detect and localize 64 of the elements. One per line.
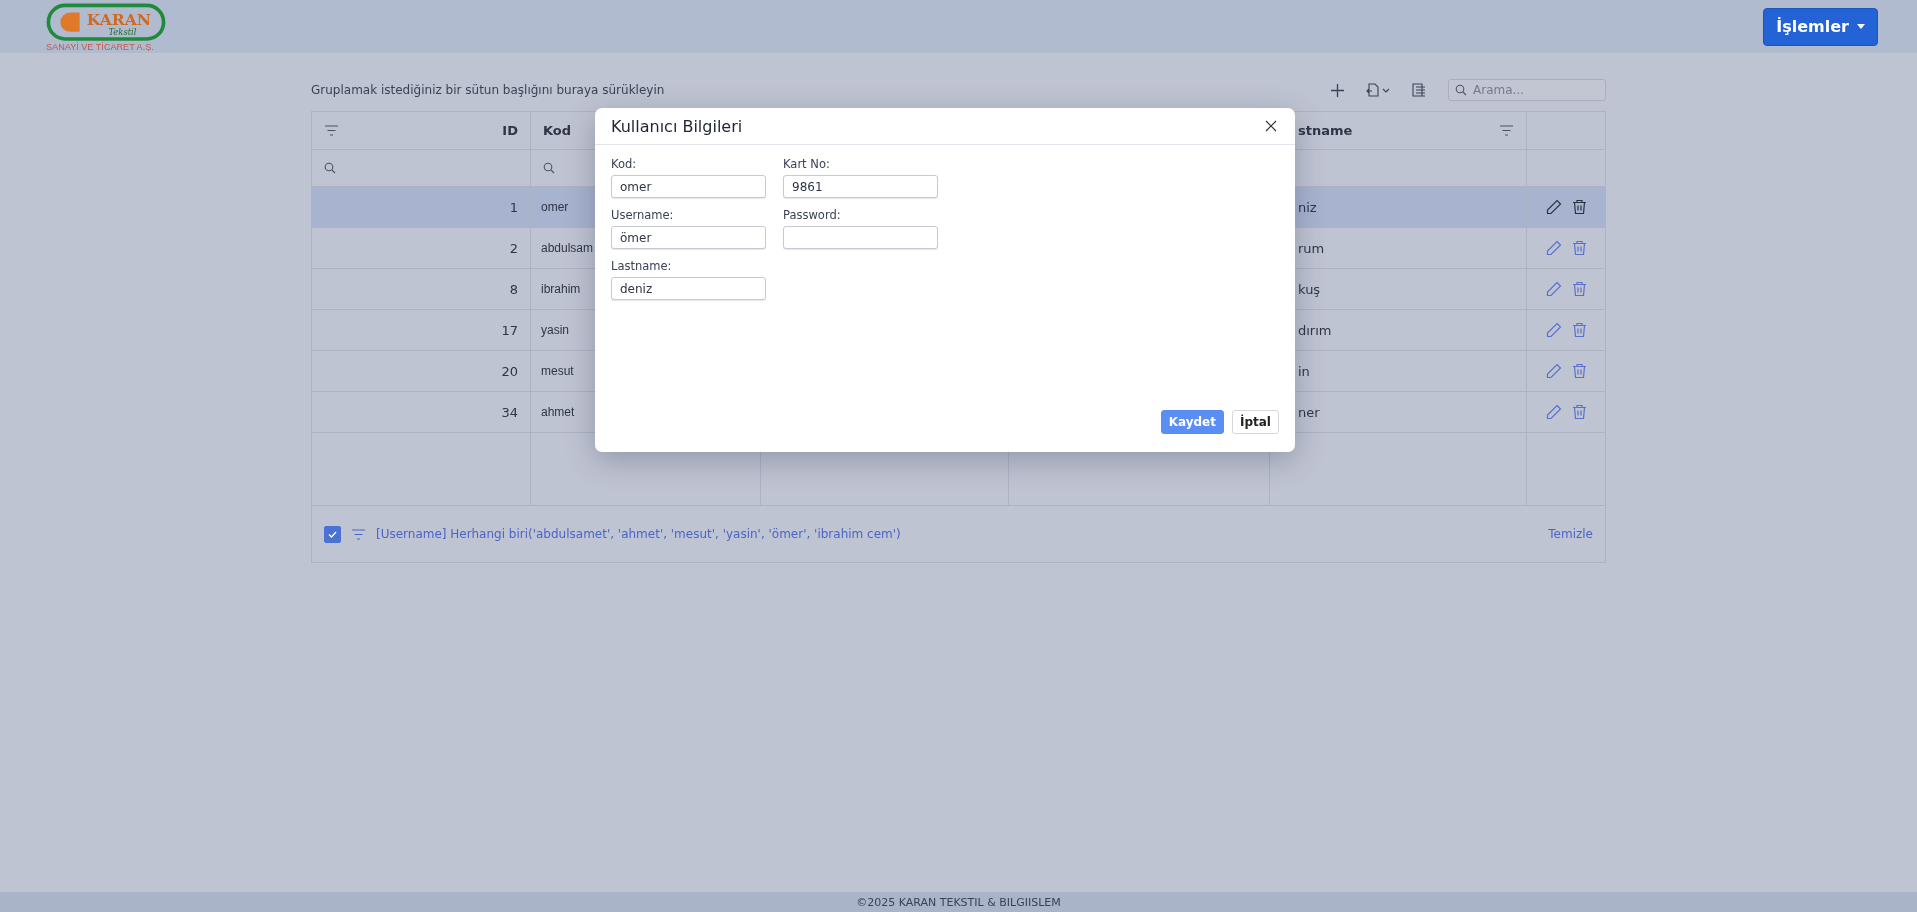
- table-cell: ner: [1298, 404, 1320, 420]
- close-icon: [1265, 120, 1277, 132]
- group-hint: Gruplamak istediğiniz bir sütun başlığını buraya sürükleyin: [311, 83, 666, 97]
- id-cell: 1: [509, 199, 518, 215]
- id-cell: 20: [501, 363, 518, 379]
- export-icon[interactable]: [1366, 83, 1390, 97]
- copyright-text: ©2025 KARAN TEKSTIL & BILGIISLEM: [856, 895, 1061, 909]
- operations-menu-button[interactable]: İşlemler: [1763, 7, 1878, 46]
- input-field[interactable]: deniz: [611, 277, 766, 300]
- edit-icon[interactable]: [1546, 281, 1562, 297]
- edit-icon[interactable]: [1546, 404, 1562, 420]
- dialog-title: Kullanıcı Bilgileri: [611, 116, 743, 136]
- kod-cell: mesut: [541, 364, 574, 378]
- edit-icon[interactable]: [1546, 363, 1562, 379]
- filter-icon[interactable]: [324, 125, 339, 136]
- filter-checkbox[interactable]: [324, 525, 341, 543]
- edit-icon[interactable]: [1546, 240, 1562, 256]
- table-cell: in: [1298, 363, 1310, 379]
- delete-icon[interactable]: [1572, 240, 1587, 256]
- id-cell: 34: [501, 404, 518, 420]
- edit-icon[interactable]: [1546, 199, 1562, 215]
- search-icon: [543, 162, 555, 174]
- column-header[interactable]: stname: [1298, 123, 1353, 138]
- id-cell: 2: [509, 240, 518, 256]
- id-cell: 17: [501, 322, 518, 338]
- edit-icon[interactable]: [1546, 322, 1562, 338]
- kod-cell: yasin: [541, 323, 569, 337]
- search-icon: [1455, 84, 1467, 96]
- check-icon: [328, 530, 337, 538]
- field-label: Password:: [783, 208, 842, 222]
- delete-icon[interactable]: [1572, 363, 1587, 379]
- id-cell: 8: [509, 281, 518, 297]
- kod-cell: ahmet: [541, 405, 575, 419]
- field-label: Username:: [611, 208, 675, 222]
- filter-icon[interactable]: [1499, 125, 1514, 136]
- input-field[interactable]: ömer: [611, 226, 766, 249]
- field-label: Lastname:: [611, 259, 673, 273]
- column-header[interactable]: ID: [502, 123, 518, 138]
- columns-icon[interactable]: [1412, 83, 1426, 97]
- table-cell: niz: [1298, 199, 1317, 215]
- caret-icon: [1857, 24, 1865, 29]
- kod-cell: ibrahim: [541, 282, 581, 296]
- filter-icon[interactable]: [351, 528, 366, 540]
- search-field[interactable]: Arama...: [1448, 79, 1606, 101]
- kod-cell: omer: [541, 200, 569, 214]
- company-logo: KARAN Tekstil SANAYİ VE TİCARET A.Ş.: [46, 2, 166, 51]
- table-cell: dırım: [1298, 322, 1332, 338]
- column-header[interactable]: Kod: [543, 123, 572, 138]
- field-label: Kod:: [611, 157, 638, 171]
- close-button[interactable]: [1263, 118, 1279, 134]
- delete-icon[interactable]: [1572, 199, 1587, 215]
- kod-cell: abdulsam: [541, 241, 594, 255]
- delete-icon[interactable]: [1572, 322, 1587, 338]
- input-field[interactable]: omer: [611, 175, 766, 198]
- delete-icon[interactable]: [1572, 404, 1587, 420]
- delete-icon[interactable]: [1572, 281, 1587, 297]
- add-icon[interactable]: [1331, 83, 1344, 97]
- table-cell: kuş: [1298, 281, 1321, 297]
- input-field[interactable]: 9861: [783, 175, 938, 198]
- field-label: Kart No:: [783, 157, 831, 171]
- cancel-button[interactable]: İptal: [1232, 410, 1279, 434]
- table-cell: rum: [1298, 240, 1325, 256]
- input-field[interactable]: [783, 226, 938, 249]
- search-icon: [324, 162, 336, 174]
